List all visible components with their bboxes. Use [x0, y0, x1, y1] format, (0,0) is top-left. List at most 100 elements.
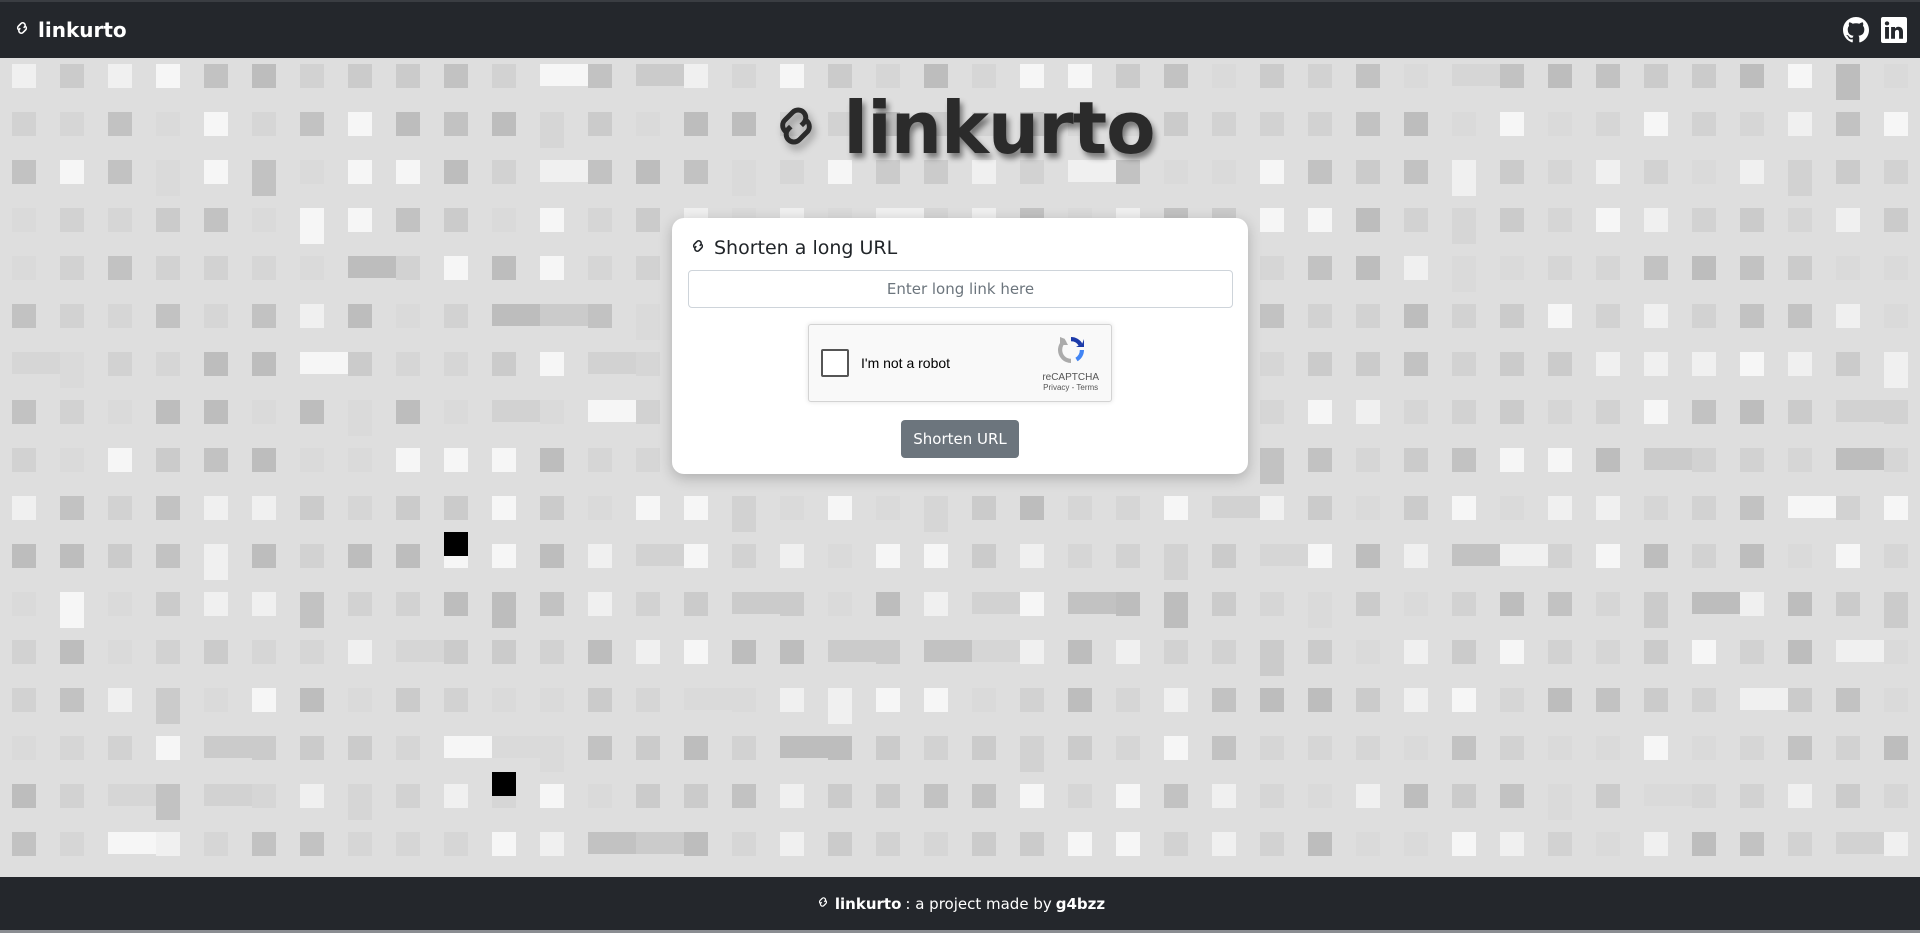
- background-tile: [1644, 640, 1668, 664]
- background-tile: [348, 400, 372, 436]
- background-tile: [1884, 592, 1908, 628]
- background-tile: [396, 400, 420, 424]
- background-tile: [1020, 832, 1044, 856]
- background-tile: [924, 544, 948, 568]
- background-tile: [12, 64, 36, 88]
- footer-author-link[interactable]: g4bzz: [1056, 895, 1105, 913]
- background-tile: [924, 64, 948, 88]
- background-tile: [972, 688, 996, 712]
- background-tile: [1260, 256, 1284, 280]
- background-tile: [1596, 64, 1620, 88]
- background-tile: [1548, 496, 1572, 520]
- background-tile: [1212, 736, 1236, 760]
- github-icon[interactable]: [1842, 16, 1870, 44]
- background-tile: [348, 784, 372, 820]
- background-tile: [636, 448, 660, 472]
- background-tile: [156, 352, 180, 376]
- background-tile: [684, 640, 708, 664]
- background-tile: [1788, 688, 1812, 712]
- background-tile: [204, 688, 228, 712]
- background-tile: [636, 592, 660, 616]
- background-tile: [540, 736, 564, 772]
- background-tile: [252, 544, 276, 568]
- background-tile: [1308, 304, 1332, 328]
- background-tile: [492, 448, 516, 472]
- background-tile: [396, 304, 420, 328]
- background-tile: [156, 496, 180, 520]
- background-tile: [636, 736, 660, 760]
- background-tile: [492, 772, 516, 796]
- background-tile: [1356, 592, 1380, 616]
- background-tile: [300, 544, 324, 568]
- background-tile: [1452, 256, 1476, 292]
- background-tile: [1404, 784, 1428, 808]
- background-tile: [300, 640, 324, 664]
- background-tile: [348, 496, 372, 520]
- background-tile: [588, 592, 612, 616]
- background-tile: [1740, 256, 1764, 280]
- card-header: Shorten a long URL: [688, 236, 1232, 260]
- shorten-url-button[interactable]: Shorten URL: [901, 420, 1019, 458]
- background-tile: [780, 688, 804, 712]
- background-tile: [492, 544, 516, 568]
- background-tile: [588, 640, 612, 664]
- background-tile: [252, 496, 276, 520]
- background-tile: [972, 544, 996, 568]
- recaptcha-checkbox[interactable]: [821, 349, 849, 377]
- background-tile: [1788, 448, 1812, 472]
- background-tile: [204, 448, 228, 472]
- background-tile: [1308, 256, 1332, 280]
- background-tile: [540, 832, 564, 856]
- background-tile: [1212, 784, 1236, 808]
- recaptcha-privacy-terms-links[interactable]: Privacy - Terms: [1043, 383, 1098, 392]
- background-tile: [1260, 592, 1284, 616]
- background-tile: [1116, 592, 1140, 616]
- background-tile: [1116, 736, 1140, 760]
- recaptcha-widget: I'm not a robot reCAPTCHA Privacy - Term…: [808, 324, 1112, 402]
- background-tile: [1500, 256, 1524, 280]
- background-tile: [444, 688, 468, 712]
- background-tile: [540, 448, 564, 472]
- background-tile: [540, 544, 564, 568]
- background-tile: [828, 736, 852, 760]
- background-tile: [444, 256, 468, 280]
- background-tile: [1740, 736, 1764, 760]
- background-tile: [1596, 304, 1620, 328]
- background-tile: [444, 592, 468, 616]
- background-tile: [1596, 208, 1620, 232]
- linkedin-icon[interactable]: [1880, 16, 1908, 44]
- background-tile: [252, 352, 276, 376]
- background-tile: [1836, 592, 1860, 616]
- background-tile: [156, 640, 180, 664]
- background-tile: [1500, 208, 1524, 232]
- background-tile: [1884, 400, 1908, 424]
- background-tile: [1644, 688, 1668, 712]
- background-tile: [1548, 544, 1572, 568]
- background-tile: [1548, 400, 1572, 424]
- background-tile: [348, 304, 372, 328]
- background-tile: [780, 64, 804, 88]
- background-tile: [1404, 640, 1428, 664]
- background-tile: [1836, 496, 1860, 520]
- background-tile: [876, 496, 900, 520]
- background-tile: [1164, 496, 1188, 520]
- background-tile: [348, 208, 372, 232]
- background-tile: [396, 832, 420, 856]
- background-tile: [876, 64, 900, 88]
- background-tile: [1788, 736, 1812, 760]
- background-tile: [108, 256, 132, 280]
- background-tile: [1884, 736, 1908, 760]
- long-url-input[interactable]: [688, 270, 1233, 308]
- background-tile: [1452, 784, 1476, 808]
- background-tile: [396, 784, 420, 808]
- background-tile: [108, 352, 132, 376]
- background-tile: [1308, 544, 1332, 568]
- background-tile: [1644, 256, 1668, 280]
- background-tile: [1548, 784, 1572, 820]
- footer-text: : a project made by: [905, 894, 1052, 913]
- background-tile: [252, 256, 276, 280]
- navbar-brand[interactable]: linkurto: [12, 18, 127, 42]
- background-tile: [1548, 64, 1572, 88]
- background-tile: [1452, 592, 1476, 616]
- background-tile: [1452, 208, 1476, 244]
